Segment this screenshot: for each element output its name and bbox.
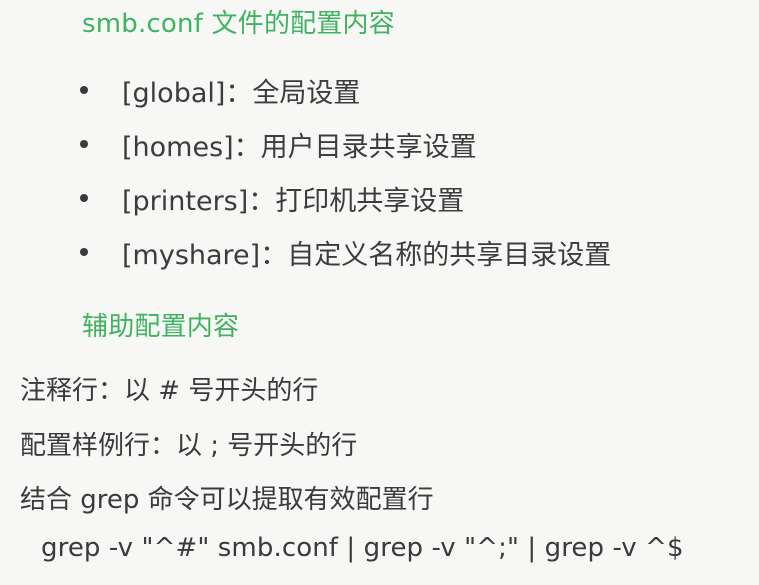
section-title-auxiliary: 辅助配置内容 <box>82 312 240 342</box>
list-item-text: [global]：全局设置 <box>122 77 361 109</box>
section-title-smb-conf: smb.conf 文件的配置内容 <box>82 9 395 39</box>
bullet-icon <box>80 248 88 256</box>
list-item-printers: [printers]：打印机共享设置 <box>76 171 611 225</box>
config-sections-list: [global]：全局设置 [homes]：用户目录共享设置 [printers… <box>76 63 611 279</box>
list-item-text: [printers]：打印机共享设置 <box>122 185 465 217</box>
list-item-homes: [homes]：用户目录共享设置 <box>76 117 611 171</box>
grep-command: grep -v "^#" smb.conf | grep -v "^;" | g… <box>41 533 684 563</box>
sample-line-note: 配置样例行：以 ; 号开头的行 <box>20 431 358 461</box>
comment-line-note: 注释行：以 # 号开头的行 <box>20 376 319 406</box>
grep-note: 结合 grep 命令可以提取有效配置行 <box>20 485 434 515</box>
list-item-text: [myshare]：自定义名称的共享目录设置 <box>122 239 612 271</box>
bullet-icon <box>80 86 88 94</box>
list-item-text: [homes]：用户目录共享设置 <box>122 131 477 163</box>
slide: smb.conf 文件的配置内容 [global]：全局设置 [homes]：用… <box>0 0 759 585</box>
bullet-icon <box>80 194 88 202</box>
list-item-global: [global]：全局设置 <box>76 63 611 117</box>
list-item-myshare: [myshare]：自定义名称的共享目录设置 <box>76 225 611 279</box>
bullet-icon <box>80 140 88 148</box>
